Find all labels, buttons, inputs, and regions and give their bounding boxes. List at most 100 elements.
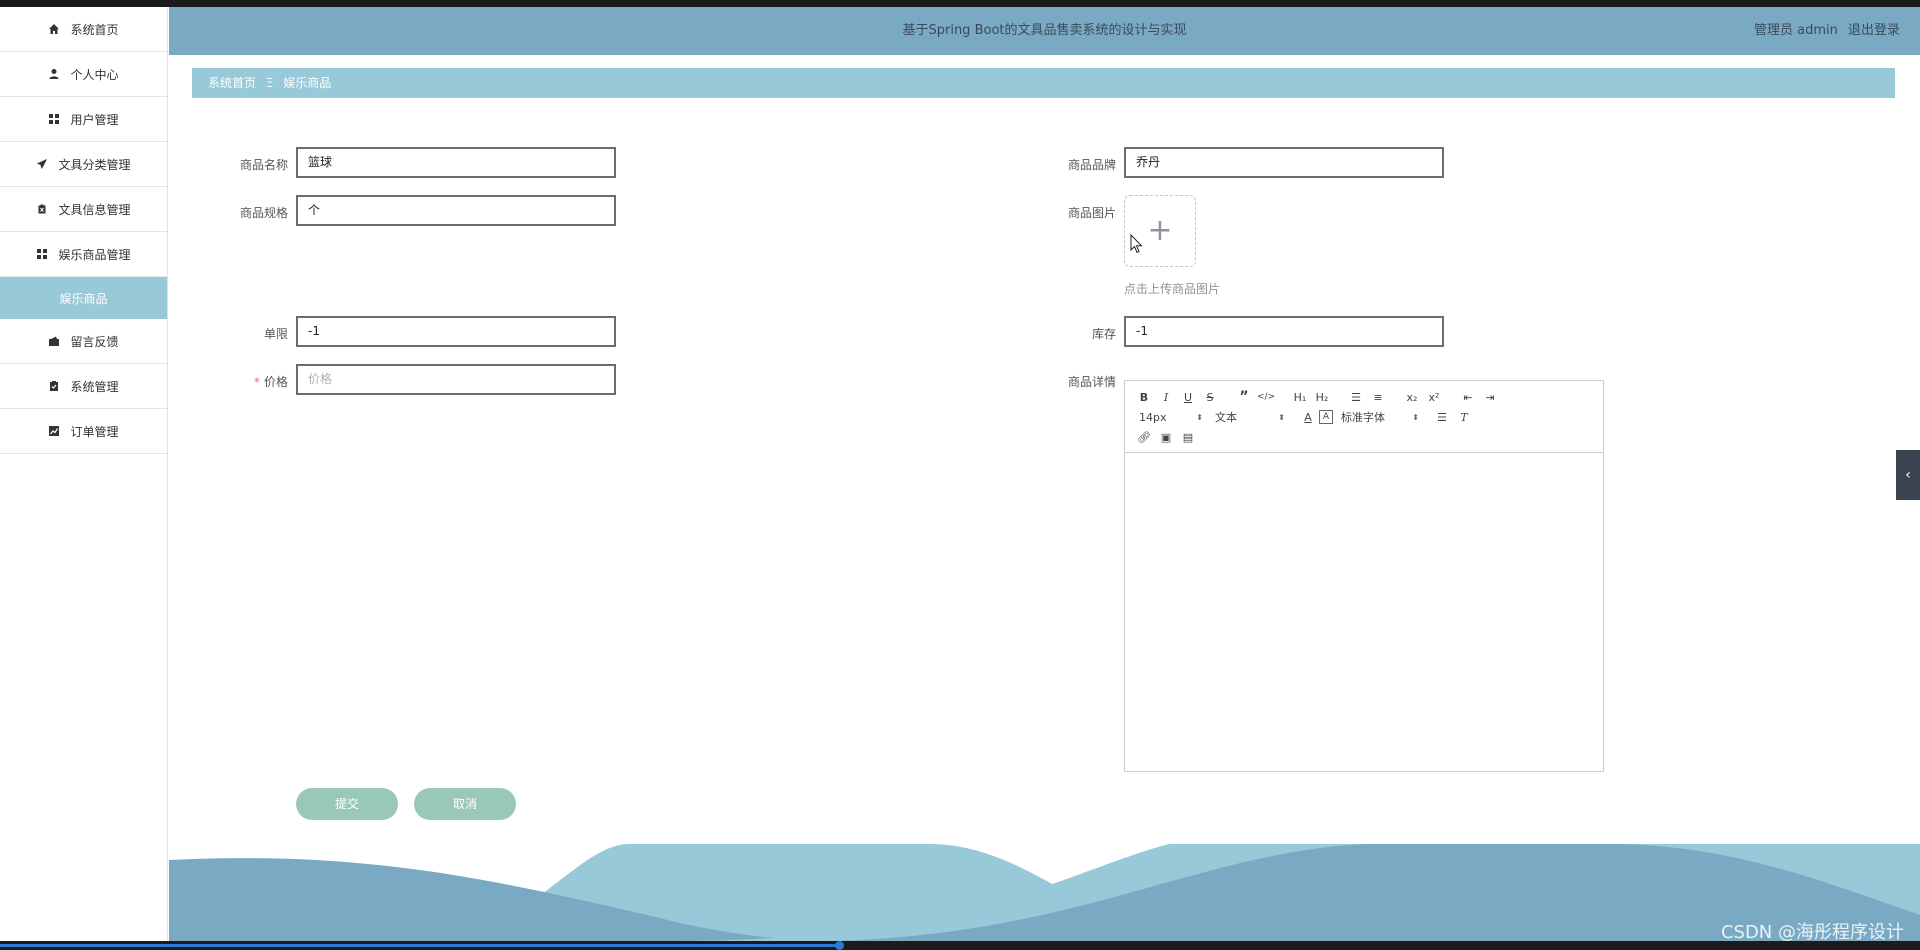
sidebar-item-personal-center[interactable]: 个人中心 xyxy=(0,52,167,97)
limit-input[interactable]: -1 xyxy=(296,316,616,347)
header-type-value: 文本 xyxy=(1215,411,1237,424)
editor-toolbar: B I U S ” </> H₁ H₂ ☰ ≡ x₂ x² ⇤ ⇥ 14px ⬍ xyxy=(1125,381,1603,453)
sidebar-item-category[interactable]: 文具分类管理 xyxy=(0,142,167,187)
sidebar-item-label: 娱乐商品 xyxy=(59,291,108,306)
person-icon xyxy=(48,68,60,80)
clipboard-x-icon xyxy=(36,203,48,215)
clipboard-check-icon xyxy=(48,380,60,392)
price-input[interactable]: 价格 xyxy=(296,364,616,395)
window-top-strip xyxy=(0,0,1920,7)
plus-icon: + xyxy=(1147,213,1173,248)
font-color-icon[interactable]: A xyxy=(1297,408,1319,426)
strikethrough-icon[interactable]: S xyxy=(1199,388,1221,406)
sidebar-item-label: 用户管理 xyxy=(70,112,119,127)
chart-icon xyxy=(48,425,60,437)
clear-format-icon[interactable]: T xyxy=(1453,408,1475,426)
name-label: 商品名称 xyxy=(239,158,288,172)
bold-icon[interactable]: B xyxy=(1133,388,1155,406)
user-area: 管理员 admin 退出登录 xyxy=(1748,7,1900,55)
sidebar-item-orders[interactable]: 订单管理 xyxy=(0,409,167,454)
app-title: 基于Spring Boot的文具品售卖系统的设计与实现 xyxy=(902,23,1187,38)
font-size-select[interactable]: 14px ⬍ xyxy=(1133,411,1203,424)
stock-input[interactable]: -1 xyxy=(1124,316,1444,347)
home-icon xyxy=(48,23,60,35)
spec-input[interactable]: 个 xyxy=(296,195,616,226)
italic-icon[interactable]: I xyxy=(1155,388,1177,406)
sidebar-item-stationery-info[interactable]: 文具信息管理 xyxy=(0,187,167,232)
font-size-value: 14px xyxy=(1139,410,1167,424)
limit-label: 单限 xyxy=(263,327,288,341)
font-family-value: 标准字体 xyxy=(1341,411,1385,424)
sidebar-item-feedback[interactable]: 留言反馈 xyxy=(0,319,167,364)
underline-icon[interactable]: U xyxy=(1177,388,1199,406)
video-progress-bar[interactable] xyxy=(0,944,840,947)
sidebar-item-label: 系统管理 xyxy=(70,379,119,394)
detail-label: 商品详情 xyxy=(1067,375,1116,389)
spec-label: 商品规格 xyxy=(239,206,288,220)
required-mark: * xyxy=(253,375,260,389)
grid-icon xyxy=(48,113,60,125)
select-arrow-icon: ⬍ xyxy=(1278,412,1285,422)
breadcrumb-current: 娱乐商品 xyxy=(283,76,332,90)
image-label: 商品图片 xyxy=(1067,206,1116,220)
ordered-list-icon[interactable]: ☰ xyxy=(1345,388,1367,406)
sidebar-item-label: 留言反馈 xyxy=(70,334,119,349)
heading-1-icon[interactable]: H₁ xyxy=(1289,388,1311,406)
rich-text-editor: B I U S ” </> H₁ H₂ ☰ ≡ x₂ x² ⇤ ⇥ 14px ⬍ xyxy=(1124,380,1604,772)
price-label-wrap: * 价格 xyxy=(198,373,288,390)
cancel-button[interactable]: 取消 xyxy=(414,788,516,820)
sidebar-item-home[interactable]: 系统首页 xyxy=(0,7,167,52)
brand-label: 商品品牌 xyxy=(1067,158,1116,172)
image-icon[interactable]: ▣ xyxy=(1155,428,1177,446)
link-icon[interactable]: 🔗︎ xyxy=(1133,428,1155,446)
upload-hint: 点击上传商品图片 xyxy=(1124,282,1221,296)
side-panel-toggle[interactable]: ‹ xyxy=(1896,450,1920,500)
sidebar-item-label: 个人中心 xyxy=(70,67,119,82)
sidebar-item-system[interactable]: 系统管理 xyxy=(0,364,167,409)
price-label: 价格 xyxy=(263,375,288,389)
chevron-left-icon: ‹ xyxy=(1905,467,1911,483)
brand-input[interactable]: 乔丹 xyxy=(1124,147,1444,178)
indent-icon[interactable]: ⇥ xyxy=(1479,388,1501,406)
outdent-icon[interactable]: ⇤ xyxy=(1457,388,1479,406)
video-icon[interactable]: ▤ xyxy=(1177,428,1199,446)
heading-2-icon[interactable]: H₂ xyxy=(1311,388,1333,406)
sidebar-item-label: 系统首页 xyxy=(70,22,119,37)
decorative-waves xyxy=(169,844,1920,941)
sidebar: 系统首页 个人中心 用户管理 文具分类管理 文具信息管理 娱乐商品管理 娱乐商品 xyxy=(0,7,168,941)
logout-link[interactable]: 退出登录 xyxy=(1848,23,1900,38)
breadcrumb-home[interactable]: 系统首页 xyxy=(208,76,256,90)
blockquote-icon[interactable]: ” xyxy=(1233,388,1255,406)
font-family-select[interactable]: 标准字体 ⬍ xyxy=(1341,409,1419,425)
header-type-select[interactable]: 文本 ⬍ xyxy=(1215,409,1285,425)
current-user: 管理员 admin xyxy=(1753,23,1838,38)
sidebar-item-users[interactable]: 用户管理 xyxy=(0,97,167,142)
sidebar-item-label: 文具分类管理 xyxy=(58,157,131,172)
name-input[interactable]: 篮球 xyxy=(296,147,616,178)
breadcrumb: 系统首页 Ξ 娱乐商品 xyxy=(192,68,1895,98)
subscript-icon[interactable]: x₂ xyxy=(1401,388,1423,406)
submit-button[interactable]: 提交 xyxy=(296,788,398,820)
top-header: 基于Spring Boot的文具品售卖系统的设计与实现 管理员 admin 退出… xyxy=(169,7,1920,55)
sidebar-item-entertainment-mgmt[interactable]: 娱乐商品管理 xyxy=(0,232,167,277)
bullet-list-icon[interactable]: ≡ xyxy=(1367,388,1389,406)
grid-icon xyxy=(36,248,48,260)
sidebar-subitem-entertainment-goods[interactable]: 娱乐商品 xyxy=(0,277,167,319)
sidebar-item-label: 订单管理 xyxy=(70,424,119,439)
sidebar-item-label: 文具信息管理 xyxy=(58,202,131,217)
align-left-icon[interactable]: ☰ xyxy=(1431,408,1453,426)
superscript-icon[interactable]: x² xyxy=(1423,388,1445,406)
image-upload-box[interactable]: + xyxy=(1124,195,1196,267)
code-block-icon[interactable]: </> xyxy=(1255,388,1277,406)
mouse-cursor-icon xyxy=(1130,234,1143,254)
stock-label: 库存 xyxy=(1091,327,1116,341)
send-icon xyxy=(36,158,48,170)
progress-handle[interactable] xyxy=(835,941,844,950)
sidebar-item-label: 娱乐商品管理 xyxy=(58,247,131,262)
select-arrow-icon: ⬍ xyxy=(1412,412,1419,422)
breadcrumb-separator: Ξ xyxy=(265,76,274,90)
editor-content-area[interactable] xyxy=(1125,453,1603,771)
wallet-icon xyxy=(48,335,60,347)
select-arrow-icon: ⬍ xyxy=(1196,412,1203,422)
background-color-icon[interactable]: A xyxy=(1319,410,1333,424)
